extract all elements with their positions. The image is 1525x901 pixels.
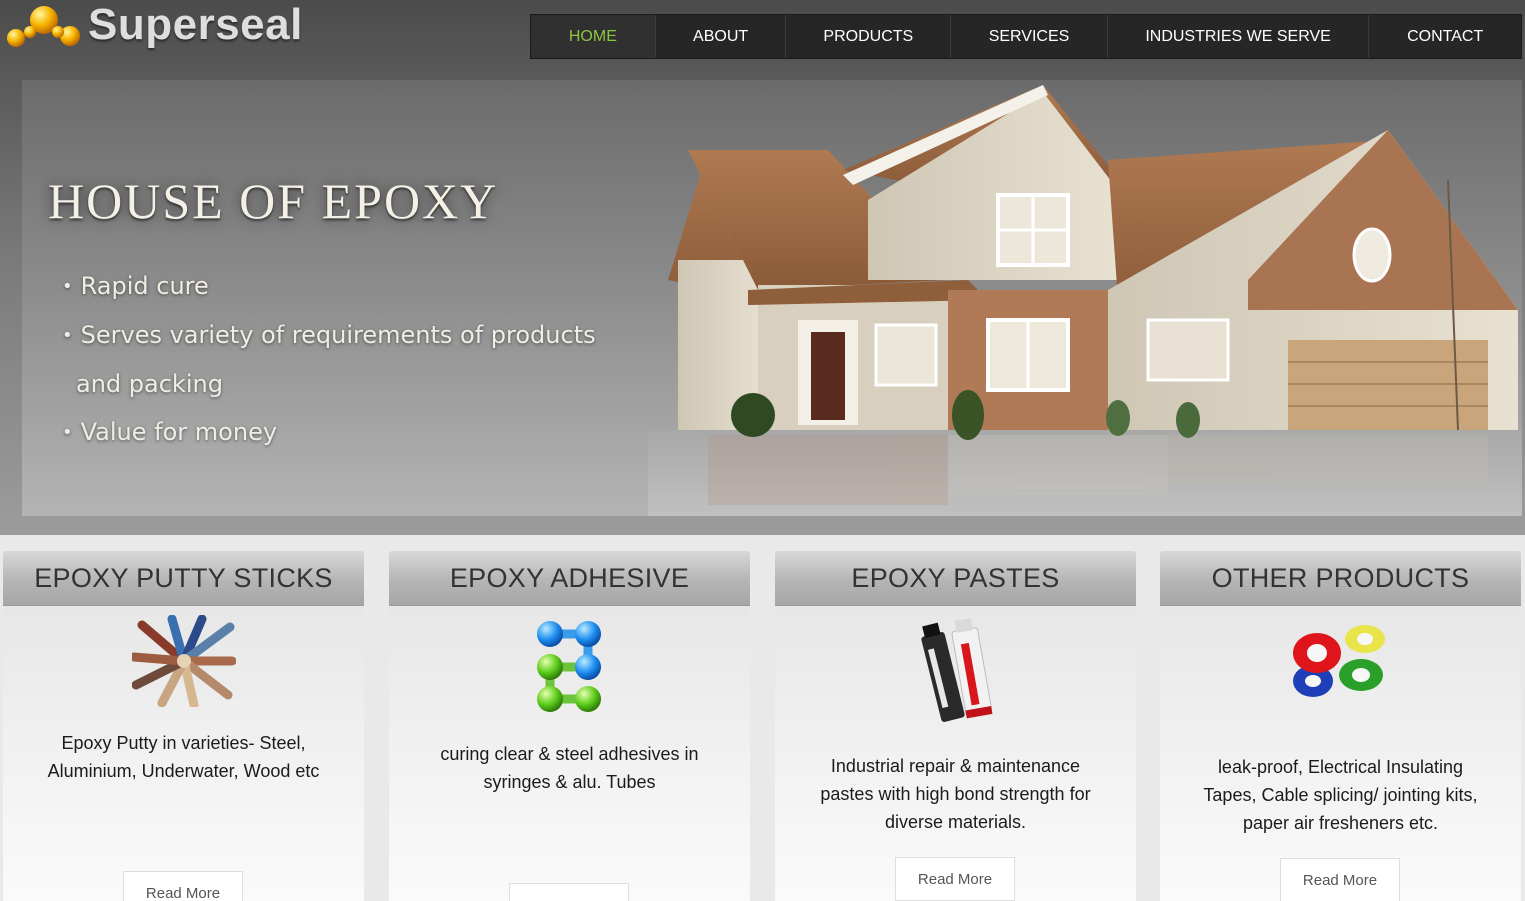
nav-services[interactable]: SERVICES [951, 15, 1108, 58]
hero-banner: HOUSE OF EPOXY • Rapid cure • Serves varie… [22, 80, 1522, 516]
read-more-button[interactable]: Read More [895, 857, 1015, 901]
molecule-icon [536, 621, 601, 712]
nav-products[interactable]: PRODUCTS [786, 15, 952, 58]
read-more-button[interactable]: Read More [123, 871, 243, 901]
card-description: Industrial repair & maintenance pastes w… [820, 756, 1091, 832]
product-card-pastes: EPOXY PASTES Industrial repair & mainten… [775, 551, 1136, 901]
nav-industries[interactable]: INDUSTRIES WE SERVE [1108, 15, 1370, 58]
header: Superseal HOME ABOUT PRODUCTS SERVICES I… [0, 0, 1525, 535]
card-title[interactable]: EPOXY PASTES [775, 551, 1136, 606]
card-description: leak-proof, Electrical Insulating Tapes,… [1203, 757, 1478, 833]
card-title[interactable]: EPOXY ADHESIVE [389, 551, 750, 606]
product-card-adhesive: EPOXY ADHESIVE curing clear & steel adhe… [389, 551, 750, 901]
product-cards: EPOXY PUTTY STICKS Epoxy Putty in variet… [0, 551, 1525, 901]
product-card-putty: EPOXY PUTTY STICKS Epoxy Putty in variet… [3, 551, 364, 901]
hero-bullet: • Value for money [62, 418, 278, 446]
card-description: curing clear & steel adhesives in syring… [440, 744, 699, 792]
house-photo [648, 85, 1522, 516]
card-title[interactable]: OTHER PRODUCTS [1160, 551, 1521, 606]
read-more-button[interactable] [509, 883, 629, 901]
hero-bullet: • Serves variety of requirements of produ… [62, 321, 596, 349]
read-more-button[interactable]: Read More [1280, 858, 1400, 901]
putty-sticks-icon [131, 615, 236, 707]
nav-about[interactable]: ABOUT [656, 15, 787, 58]
card-description: Epoxy Putty in varieties- Steel, Alumini… [47, 733, 320, 781]
paste-tubes-icon [920, 618, 992, 722]
tape-rolls-icon [1292, 625, 1385, 697]
nav-contact[interactable]: CONTACT [1369, 15, 1521, 58]
hero-title: HOUSE OF EPOXY [48, 173, 499, 229]
main-nav: HOME ABOUT PRODUCTS SERVICES INDUSTRIES … [530, 14, 1522, 59]
hero-bullet: • Rapid cure [62, 272, 209, 300]
nav-home[interactable]: HOME [531, 15, 656, 58]
hero-bullet-continuation: and packing [76, 370, 223, 398]
molecule-dots-logo-icon [7, 6, 80, 47]
card-title[interactable]: EPOXY PUTTY STICKS [3, 551, 364, 606]
logo-text: Superseal [88, 0, 303, 49]
hero-bullet-list: • Rapid cure • Serves variety of requireme… [62, 262, 596, 457]
logo[interactable]: Superseal [4, 0, 324, 52]
product-card-other: OTHER PRODUCTS leak-proof, Electrical In… [1160, 551, 1521, 901]
